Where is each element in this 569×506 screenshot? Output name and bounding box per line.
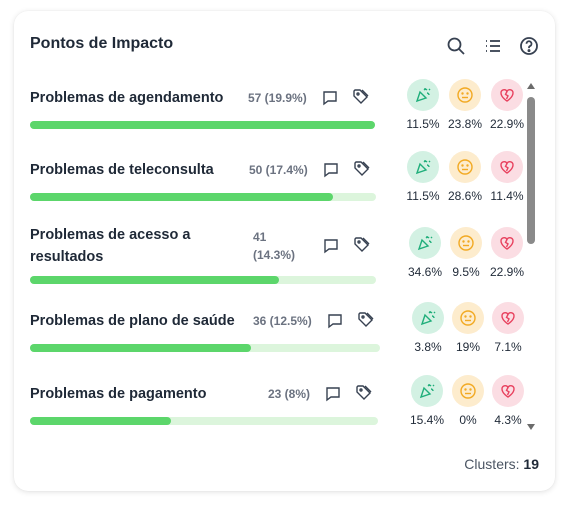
celebrate-icon — [412, 302, 444, 334]
clusters-label: Clusters: — [464, 456, 520, 472]
positive-percent: 3.8% — [414, 340, 442, 354]
progress-track — [30, 121, 375, 129]
comment-icon[interactable] — [322, 161, 340, 179]
progress-fill — [30, 276, 279, 284]
panel-title: Pontos de Impacto — [30, 35, 174, 52]
broken-heart-icon — [491, 227, 523, 259]
neutral-percent: 23.8% — [447, 117, 483, 131]
neutral-face-icon — [452, 302, 484, 334]
negative-percent: 22.9% — [489, 265, 525, 279]
scroll-up-button[interactable] — [527, 83, 535, 89]
row-name: Problemas de pagamento — [30, 386, 207, 402]
neutral-percent: 19% — [455, 340, 481, 354]
celebrate-icon — [407, 79, 439, 111]
progress-track — [30, 344, 380, 352]
row-name: Problemas de teleconsulta — [30, 162, 214, 178]
progress-fill — [30, 121, 375, 129]
positive-percent: 11.5% — [406, 117, 440, 131]
comment-icon[interactable] — [324, 385, 342, 403]
row-name: Problemas de agendamento — [30, 90, 224, 106]
impact-points-panel: Pontos de Impacto Problemas de agendamen… — [14, 11, 555, 491]
clusters-count: Clusters: 19 — [464, 456, 539, 472]
clusters-value: 19 — [523, 456, 539, 472]
tag-icon[interactable] — [353, 160, 371, 178]
broken-heart-icon — [492, 375, 524, 407]
row-count: 57 (19.9%) — [248, 91, 307, 105]
negative-percent: 4.3% — [494, 413, 522, 427]
progress-track — [30, 417, 378, 425]
broken-heart-icon — [492, 302, 524, 334]
tag-icon[interactable] — [353, 236, 371, 254]
row-count: 41 — [253, 230, 267, 244]
tag-icon[interactable] — [357, 311, 375, 329]
help-icon[interactable] — [519, 36, 539, 56]
row-count: 50 (17.4%) — [249, 163, 308, 177]
negative-percent: 11.4% — [490, 189, 524, 203]
positive-percent: 11.5% — [406, 189, 440, 203]
tag-icon[interactable] — [355, 384, 373, 402]
progress-fill — [30, 417, 171, 425]
neutral-face-icon — [449, 79, 481, 111]
neutral-percent: 0% — [459, 413, 477, 427]
positive-percent: 34.6% — [407, 265, 443, 279]
broken-heart-icon — [491, 79, 523, 111]
neutral-percent: 9.5% — [452, 265, 480, 279]
negative-percent: 22.9% — [489, 117, 525, 131]
row-count-percent: (14.3%) — [253, 248, 296, 262]
progress-track — [30, 193, 376, 201]
row-count: 36 (12.5%) — [253, 314, 312, 328]
neutral-face-icon — [452, 375, 484, 407]
search-icon[interactable] — [446, 36, 466, 56]
row-name: Problemas de plano de saúde — [30, 313, 235, 329]
neutral-percent: 28.6% — [447, 189, 483, 203]
row-name: Problemas de acesso a — [30, 227, 191, 243]
row-name-continued: resultados — [30, 249, 104, 265]
comment-icon[interactable] — [322, 237, 340, 255]
celebrate-icon — [409, 227, 441, 259]
celebrate-icon — [411, 375, 443, 407]
broken-heart-icon — [491, 151, 523, 183]
list-icon[interactable] — [483, 36, 503, 56]
negative-percent: 7.1% — [494, 340, 522, 354]
neutral-face-icon — [449, 151, 481, 183]
row-count: 23 (8%) — [268, 387, 311, 401]
comment-icon[interactable] — [321, 89, 339, 107]
progress-fill — [30, 344, 252, 352]
progress-fill — [30, 193, 334, 201]
progress-track — [30, 276, 376, 284]
neutral-face-icon — [450, 227, 482, 259]
celebrate-icon — [407, 151, 439, 183]
scroll-down-button[interactable] — [527, 424, 535, 430]
comment-icon[interactable] — [326, 312, 344, 330]
scrollbar-thumb[interactable] — [527, 97, 535, 244]
tag-icon[interactable] — [352, 88, 370, 106]
positive-percent: 15.4% — [409, 413, 445, 427]
